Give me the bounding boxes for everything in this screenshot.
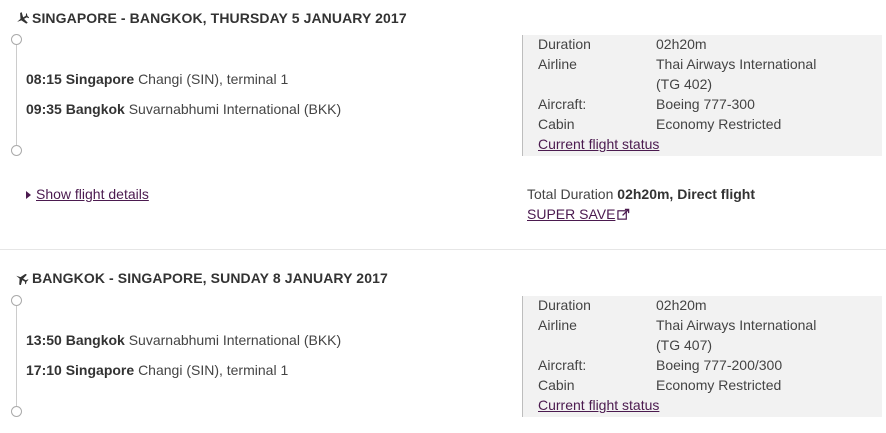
total-duration: Total Duration 02h20m, Direct flight	[527, 186, 755, 202]
aircraft-value: Boeing 777-300	[656, 96, 755, 112]
departure-stop: 08:15 Singapore Changi (SIN), terminal 1	[26, 71, 288, 87]
arrival-city: Bangkok	[65, 101, 125, 117]
plane-icon	[17, 12, 29, 24]
total-duration-value: 02h20m, Direct flight	[617, 186, 755, 202]
departure-airport: Changi (SIN), terminal 1	[138, 71, 289, 87]
cabin-value: Economy Restricted	[656, 116, 782, 132]
route-timeline	[11, 295, 23, 417]
fare-type-label: SUPER SAVE	[527, 206, 616, 222]
segment-header: BANGKOK - SINGAPORE, SUNDAY 8 JANUARY 20…	[15, 270, 388, 286]
cabin-label: Cabin	[538, 116, 575, 132]
aircraft-value: Boeing 777-200/300	[656, 357, 783, 373]
show-flight-details-label: Show flight details	[36, 186, 149, 202]
arrival-airport: Changi (SIN), terminal 1	[138, 362, 289, 378]
departure-city: Bangkok	[65, 332, 125, 348]
total-duration-label: Total Duration	[527, 186, 614, 202]
flight-status-link[interactable]: Current flight status	[538, 136, 659, 152]
duration-label: Duration	[538, 36, 591, 52]
duration-label: Duration	[538, 297, 591, 313]
fare-type-link[interactable]: SUPER SAVE	[527, 206, 630, 222]
segment-header: SINGAPORE - BANGKOK, THURSDAY 5 JANUARY …	[15, 10, 407, 26]
plane-icon	[16, 273, 29, 285]
caret-right-icon	[26, 191, 31, 199]
departure-stop: 13:50 Bangkok Suvarnabhumi International…	[26, 332, 341, 348]
arrival-city: Singapore	[65, 362, 135, 378]
show-flight-details-link[interactable]: Show flight details	[26, 186, 149, 202]
segment-divider	[0, 249, 886, 250]
departure-time: 08:15	[26, 71, 62, 87]
flight-segment-outbound: SINGAPORE - BANGKOK, THURSDAY 5 JANUARY …	[0, 0, 886, 250]
duration-value: 02h20m	[656, 297, 707, 313]
cabin-value: Economy Restricted	[656, 377, 782, 393]
departure-dot	[11, 295, 22, 306]
flight-number: (TG 402)	[656, 76, 713, 92]
flight-number: (TG 407)	[656, 337, 713, 353]
departure-city: Singapore	[65, 71, 135, 87]
cabin-label: Cabin	[538, 377, 575, 393]
duration-value: 02h20m	[656, 36, 707, 52]
timeline-line	[16, 305, 17, 407]
arrival-dot	[11, 406, 22, 417]
airline-value: Thai Airways International	[656, 56, 817, 72]
departure-dot	[11, 34, 22, 45]
airline-label: Airline	[538, 317, 577, 333]
flight-segment-return: BANGKOK - SINGAPORE, SUNDAY 8 JANUARY 20…	[0, 251, 886, 433]
arrival-time: 17:10	[26, 362, 62, 378]
aircraft-label: Aircraft:	[538, 357, 587, 373]
flight-info-panel: Duration 02h20m Airline Thai Airways Int…	[522, 35, 882, 156]
airline-value: Thai Airways International	[656, 317, 817, 333]
flight-status-link[interactable]: Current flight status	[538, 397, 659, 413]
arrival-stop: 17:10 Singapore Changi (SIN), terminal 1	[26, 362, 288, 378]
arrival-airport: Suvarnabhumi International (BKK)	[128, 101, 342, 117]
arrival-dot	[11, 145, 22, 156]
aircraft-label: Aircraft:	[538, 96, 587, 112]
departure-time: 13:50	[26, 332, 62, 348]
departure-airport: Suvarnabhumi International (BKK)	[128, 332, 342, 348]
route-timeline	[11, 34, 23, 156]
arrival-stop: 09:35 Bangkok Suvarnabhumi International…	[26, 101, 341, 117]
flight-info-panel: Duration 02h20m Airline Thai Airways Int…	[522, 296, 882, 417]
timeline-line	[16, 44, 17, 146]
segment-title: BANGKOK - SINGAPORE, SUNDAY 8 JANUARY 20…	[32, 270, 388, 286]
segment-title: SINGAPORE - BANGKOK, THURSDAY 5 JANUARY …	[32, 10, 407, 26]
arrival-time: 09:35	[26, 101, 62, 117]
external-link-icon	[617, 208, 630, 220]
airline-label: Airline	[538, 56, 577, 72]
